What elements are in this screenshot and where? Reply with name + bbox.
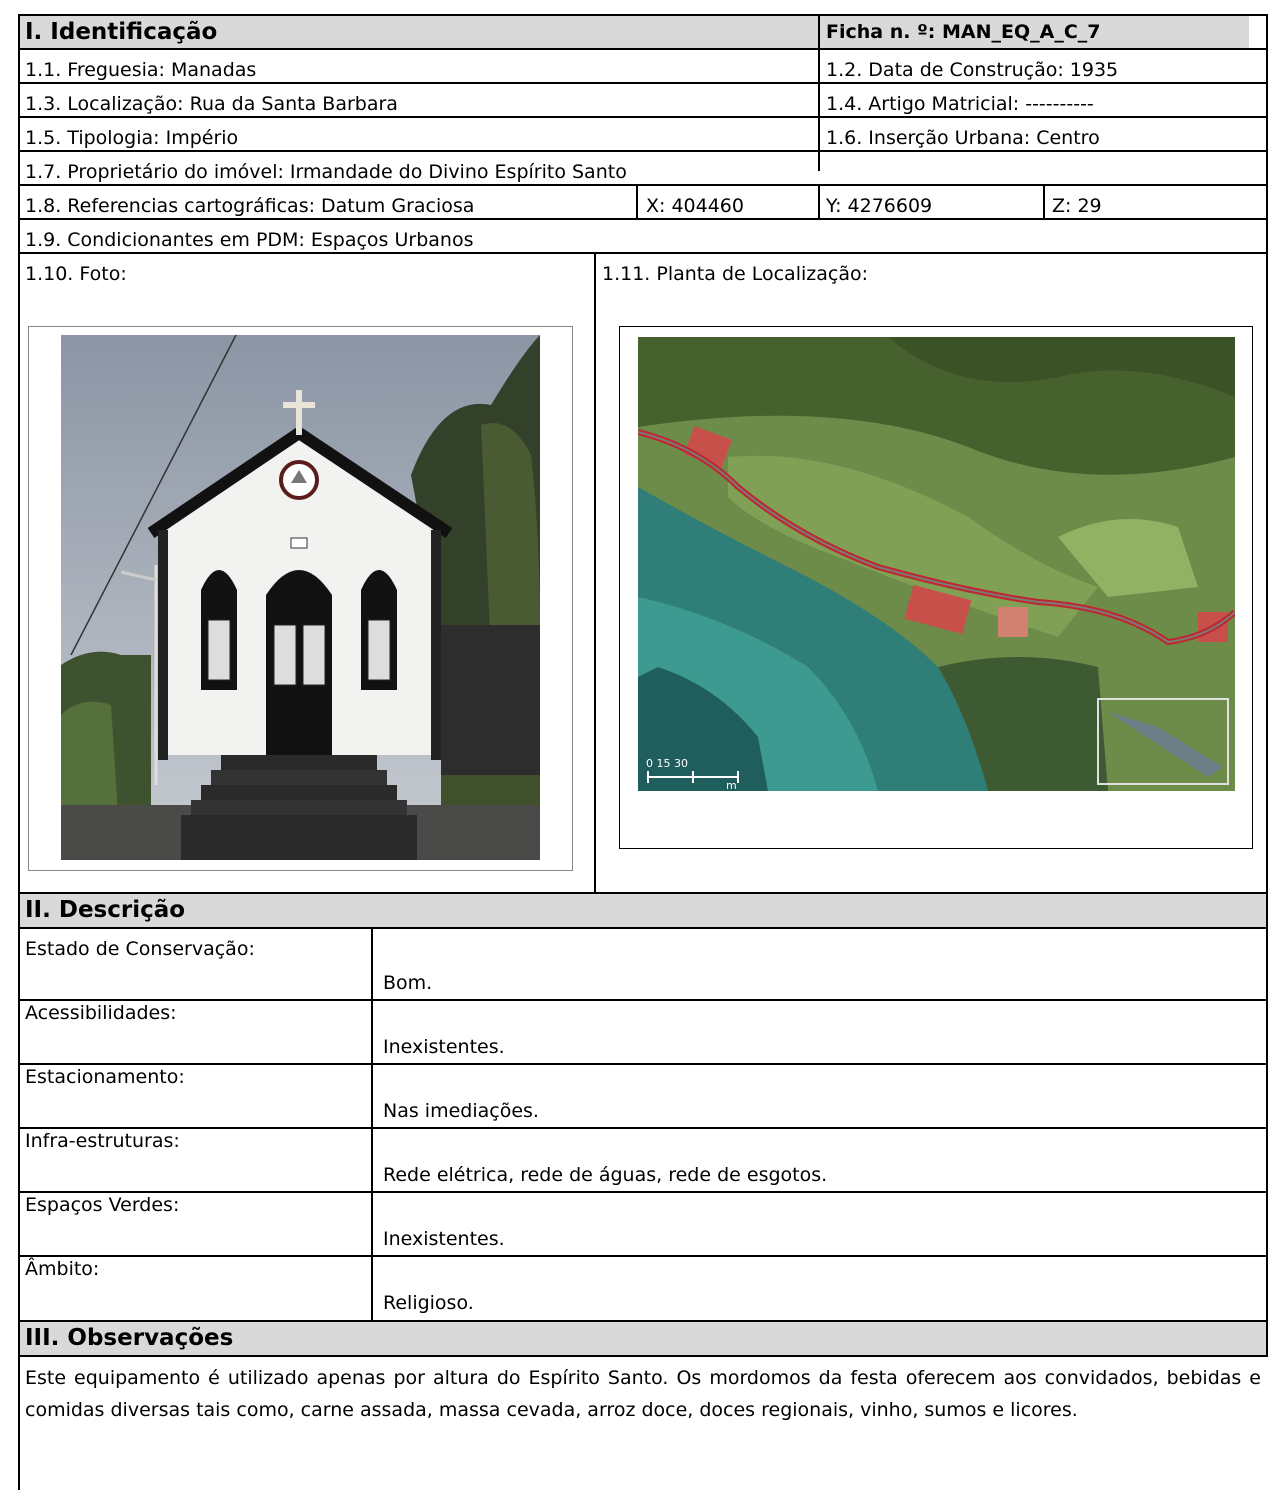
- descricao-value-acessibilidades: Inexistentes.: [383, 1036, 505, 1058]
- grid-line: [18, 1320, 1268, 1322]
- descricao-label-estado: Estado de Conservação:: [25, 938, 255, 960]
- grid-line: [18, 1355, 1268, 1357]
- grid-line: [18, 1127, 1268, 1129]
- foto-label: 1.10. Foto:: [25, 263, 127, 285]
- insercao-urbana-field: 1.6. Inserção Urbana: Centro: [826, 127, 1100, 149]
- descricao-value-estacionamento: Nas imediações.: [383, 1100, 539, 1122]
- grid-line: [18, 1191, 1268, 1193]
- grid-line: [18, 1255, 1268, 1257]
- section-header-observacoes: III. Observações: [19, 1321, 1268, 1355]
- grid-line: [18, 927, 1268, 929]
- grid-line: [18, 150, 1268, 152]
- proprietario-field: 1.7. Proprietário do imóvel: Irmandade d…: [25, 161, 627, 183]
- grid-line: [18, 252, 1268, 254]
- grid-line: [818, 184, 820, 218]
- grid-line: [18, 82, 1268, 84]
- section-title-identificacao: I. Identificação: [25, 19, 218, 45]
- freguesia-field: 1.1. Freguesia: Manadas: [25, 59, 257, 81]
- coord-x-field: X: 404460: [646, 195, 744, 217]
- planta-label: 1.11. Planta de Localização:: [602, 263, 868, 285]
- grid-line: [18, 184, 1268, 186]
- grid-line: [18, 1063, 1268, 1065]
- descricao-value-infra: Rede elétrica, rede de águas, rede de es…: [383, 1164, 828, 1186]
- ficha-number-cell: Ficha n. º: MAN_EQ_A_C_7: [819, 15, 1249, 48]
- descricao-label-acessibilidades: Acessibilidades:: [25, 1002, 177, 1024]
- grid-line: [818, 14, 820, 171]
- grid-line: [18, 116, 1268, 118]
- descricao-label-infra: Infra-estruturas:: [25, 1130, 180, 1152]
- condicionantes-field: 1.9. Condicionantes em PDM: Espaços Urba…: [25, 229, 474, 251]
- descricao-value-estado: Bom.: [383, 972, 433, 994]
- tipologia-field: 1.5. Tipologia: Império: [25, 127, 239, 149]
- descricao-label-ambito: Âmbito:: [25, 1258, 100, 1280]
- ficha-number: Ficha n. º: MAN_EQ_A_C_7: [826, 21, 1101, 43]
- descricao-label-verdes: Espaços Verdes:: [25, 1194, 180, 1216]
- descricao-value-ambito: Religioso.: [383, 1292, 474, 1314]
- grid-line: [18, 14, 1268, 16]
- descricao-value-verdes: Inexistentes.: [383, 1228, 505, 1250]
- grid-line: [18, 218, 1268, 220]
- section-header-descricao: II. Descrição: [19, 893, 1268, 927]
- grid-line: [636, 184, 638, 218]
- coord-z-field: Z: 29: [1052, 195, 1102, 217]
- grid-line: [18, 892, 1268, 894]
- grid-line: [18, 48, 1268, 50]
- section-header-identificacao: I. Identificação: [19, 15, 819, 48]
- artigo-matricial-field: 1.4. Artigo Matricial: ----------: [826, 93, 1094, 115]
- map-scale-label: 0 15 30: [646, 757, 688, 770]
- referencias-field: 1.8. Referencias cartográficas: Datum Gr…: [25, 195, 475, 217]
- observacoes-text: Este equipamento é utilizado apenas por …: [25, 1367, 1261, 1421]
- aerial-map: 0 15 30 m: [638, 337, 1235, 791]
- coord-y-field: Y: 4276609: [826, 195, 933, 217]
- data-construcao-field: 1.2. Data de Construção: 1935: [826, 59, 1119, 81]
- grid-line: [18, 14, 20, 1490]
- grid-line: [594, 252, 596, 892]
- descricao-label-estacionamento: Estacionamento:: [25, 1066, 185, 1088]
- chapel-photo: [61, 335, 540, 860]
- section-title-descricao: II. Descrição: [25, 897, 186, 923]
- localizacao-field: 1.3. Localização: Rua da Santa Barbara: [25, 93, 398, 115]
- grid-line: [371, 927, 373, 1320]
- grid-line: [1043, 184, 1045, 218]
- section-title-observacoes: III. Observações: [25, 1325, 234, 1351]
- map-scale-unit: m: [726, 779, 737, 791]
- grid-line: [18, 999, 1268, 1001]
